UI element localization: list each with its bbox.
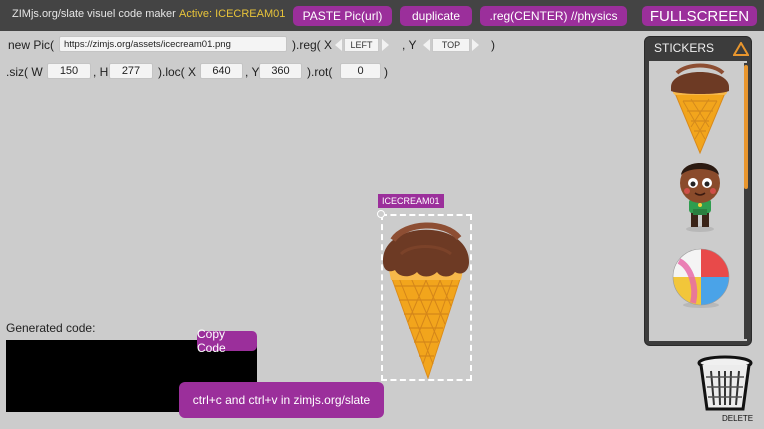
object-name-tag: ICECREAM01	[378, 194, 444, 208]
registration-handle[interactable]	[377, 210, 385, 218]
duplicate-button[interactable]: duplicate	[400, 6, 472, 26]
rot-label: ).rot(	[307, 65, 333, 79]
reg-label: ).reg( X	[292, 38, 333, 52]
trash-icon[interactable]	[697, 355, 753, 413]
rotation-field[interactable]: 0	[340, 63, 381, 79]
loc-label: ).loc( X	[158, 65, 197, 79]
loc-y-label: , Y	[245, 65, 260, 79]
reg-y-label: , Y	[402, 38, 417, 52]
reg-x-select[interactable]: LEFT	[344, 38, 379, 52]
loc-x-field[interactable]: 640	[200, 63, 243, 79]
width-field[interactable]: 150	[47, 63, 91, 79]
siz-label: .siz( W	[6, 65, 43, 79]
reg-x-prev-arrow-icon[interactable]	[335, 39, 342, 51]
generated-code-label: Generated code:	[6, 321, 96, 335]
delete-label: DELETE	[722, 414, 754, 423]
reg-y-select[interactable]: TOP	[432, 38, 470, 52]
stickers-list[interactable]	[649, 61, 747, 341]
reg-y-prev-arrow-icon[interactable]	[423, 39, 430, 51]
height-field[interactable]: 277	[109, 63, 153, 79]
top-bar: ZIMjs.org/slate visuel code maker Active…	[0, 0, 764, 31]
slate-tip: ctrl+c and ctrl+v in zimjs.org/slate	[179, 382, 384, 418]
app-title: ZIMjs.org/slate visuel code maker	[12, 8, 176, 20]
stickers-title: STICKERS	[654, 41, 715, 55]
height-label: , H	[93, 65, 109, 79]
url-field[interactable]: https://zimjs.org/assets/icecream01.png	[59, 36, 287, 52]
triangle-icon[interactable]	[733, 42, 749, 56]
character-sticker[interactable]	[671, 153, 729, 233]
row2-close-paren: )	[384, 65, 388, 79]
selection-box[interactable]	[381, 214, 472, 381]
stickers-scroll-thumb[interactable]	[744, 65, 748, 189]
copy-code-button[interactable]: Copy Code	[197, 327, 257, 355]
fullscreen-button[interactable]: FULLSCREEN	[642, 6, 757, 26]
reg-x-next-arrow-icon[interactable]	[382, 39, 389, 51]
reg-center-button[interactable]: .reg(CENTER) //physics	[480, 6, 627, 26]
icecream-sticker[interactable]	[669, 61, 731, 155]
reg-y-next-arrow-icon[interactable]	[472, 39, 479, 51]
paste-pic-button[interactable]: PASTE Pic(url)	[293, 6, 392, 26]
row1-close-paren: )	[491, 38, 495, 52]
loc-y-field[interactable]: 360	[259, 63, 302, 79]
stickers-panel: STICKERS	[644, 36, 752, 346]
new-pic-label: new Pic(	[8, 38, 55, 52]
active-object-label: Active: ICECREAM01	[179, 8, 286, 20]
beachball-sticker[interactable]	[671, 247, 731, 309]
